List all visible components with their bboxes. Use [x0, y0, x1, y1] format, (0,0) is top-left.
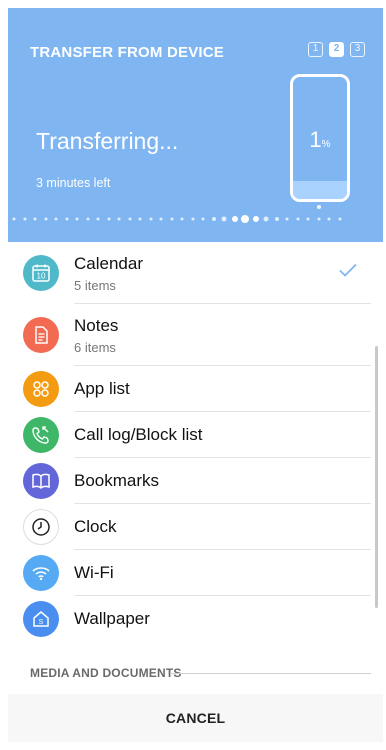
section-header-media: MEDIA AND DOCUMENTS	[8, 642, 383, 682]
progress-dot	[159, 217, 163, 221]
item-label: Wallpaper	[74, 609, 150, 628]
progress-dot	[274, 217, 279, 221]
progress-dot	[296, 217, 299, 221]
progress-dot	[338, 217, 341, 221]
progress-dot	[211, 217, 216, 221]
progress-unit: %	[321, 139, 331, 150]
item-label: Bookmarks	[74, 471, 160, 490]
app-frame: TRANSFER FROM DEVICE 1 2 3 Transferring.…	[8, 8, 383, 742]
progress-dot	[231, 216, 238, 222]
calendar-icon-day: 10	[37, 272, 46, 281]
transfer-item-list[interactable]: 10 Calendar 5 items Notes 6 items App li…	[8, 242, 383, 694]
list-item-wallpaper[interactable]: S Wallpaper	[8, 596, 383, 642]
item-label: Wi-Fi	[74, 563, 114, 582]
progress-dot	[285, 217, 289, 221]
progress-dot	[75, 217, 79, 221]
wifi-icon	[23, 555, 59, 591]
transfer-header: TRANSFER FROM DEVICE 1 2 3 Transferring.…	[8, 8, 383, 242]
page-title: TRANSFER FROM DEVICE	[30, 44, 225, 61]
progress-dot	[96, 217, 100, 221]
progress-dot	[54, 217, 58, 221]
bookmarks-icon	[23, 463, 59, 499]
list-item-clock[interactable]: Clock	[8, 504, 383, 550]
phone-progress-illustration: 1%	[290, 74, 350, 202]
progress-percent: 1%	[293, 127, 347, 153]
progress-value: 1	[309, 127, 322, 152]
progress-dot	[128, 217, 131, 221]
progress-dot	[191, 217, 194, 221]
progress-dot	[107, 217, 110, 221]
progress-dot	[252, 216, 259, 222]
list-item-call-log[interactable]: Call log/Block list	[8, 412, 383, 458]
progress-dot	[138, 217, 142, 221]
progress-dot	[180, 217, 184, 221]
progress-dot	[86, 217, 89, 221]
list-item-app-list[interactable]: App list	[8, 366, 383, 412]
list-item-calendar[interactable]: 10 Calendar 5 items	[8, 242, 383, 304]
checkmark-icon	[339, 263, 357, 283]
section-divider	[170, 673, 371, 674]
item-count: 6 items	[74, 339, 116, 355]
progress-dot	[221, 216, 227, 222]
footer-bar: CANCEL	[8, 694, 383, 742]
notes-icon	[23, 317, 59, 353]
list-item-notes[interactable]: Notes 6 items	[8, 304, 383, 366]
step-3: 3	[350, 42, 365, 57]
cancel-button[interactable]: CANCEL	[166, 710, 226, 726]
svg-text:S: S	[39, 619, 44, 626]
progress-dot	[201, 217, 205, 221]
progress-fill	[293, 181, 347, 199]
calendar-icon: 10	[23, 255, 59, 291]
progress-dot	[12, 217, 16, 221]
progress-dot	[317, 217, 320, 221]
progress-dot	[263, 216, 269, 222]
app-list-icon	[23, 371, 59, 407]
progress-dot	[117, 217, 121, 221]
progress-dot	[44, 217, 47, 221]
time-remaining: 3 minutes left	[36, 176, 111, 190]
step-1: 1	[308, 42, 323, 57]
progress-dot	[33, 217, 37, 221]
progress-dot	[327, 217, 331, 221]
progress-dot	[306, 217, 310, 221]
animated-dots	[8, 212, 383, 226]
progress-dot	[149, 217, 152, 221]
item-label: Call log/Block list	[74, 425, 203, 444]
item-label: Notes	[74, 315, 119, 335]
phone-indicator-dot	[317, 205, 321, 209]
list-item-bookmarks[interactable]: Bookmarks	[8, 458, 383, 504]
section-label: MEDIA AND DOCUMENTS	[30, 666, 182, 680]
clock-icon	[23, 509, 59, 545]
step-indicator: 1 2 3	[308, 42, 365, 57]
item-label: Clock	[74, 517, 117, 536]
wallpaper-icon: S	[23, 601, 59, 637]
progress-dot	[170, 217, 173, 221]
scrollbar[interactable]	[375, 346, 378, 608]
transfer-status: Transferring...	[36, 128, 179, 154]
item-label: App list	[74, 379, 130, 398]
step-2-current: 2	[329, 42, 344, 57]
call-log-icon	[23, 417, 59, 453]
list-item-wifi[interactable]: Wi-Fi	[8, 550, 383, 596]
progress-dot	[65, 217, 68, 221]
progress-dot	[241, 215, 249, 223]
item-label: Calendar	[74, 253, 143, 273]
progress-dot	[23, 217, 26, 221]
item-count: 5 items	[74, 277, 116, 293]
